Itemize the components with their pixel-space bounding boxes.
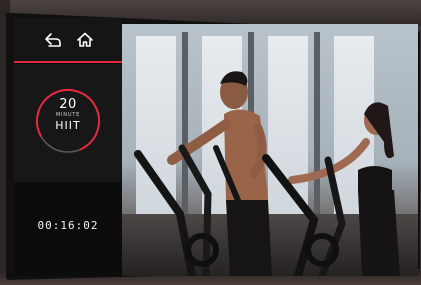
ring-label: 20 MINUTE HIIT bbox=[34, 98, 102, 133]
workout-type: HIIT bbox=[55, 119, 81, 132]
duration-value: 20 bbox=[59, 97, 77, 112]
accent-divider bbox=[14, 61, 122, 63]
nav-bar bbox=[14, 18, 122, 62]
video-player[interactable] bbox=[122, 24, 418, 276]
control-panel: 20 MINUTE HIIT 00:16:02 bbox=[14, 18, 122, 276]
duration-unit: MINUTE bbox=[55, 112, 81, 118]
video-scene bbox=[134, 71, 400, 276]
elapsed-timer: 00:16:02 bbox=[37, 219, 99, 232]
back-arrow-icon[interactable] bbox=[43, 30, 63, 50]
home-icon[interactable] bbox=[75, 30, 95, 50]
workout-card[interactable]: 20 MINUTE HIIT bbox=[14, 64, 122, 182]
